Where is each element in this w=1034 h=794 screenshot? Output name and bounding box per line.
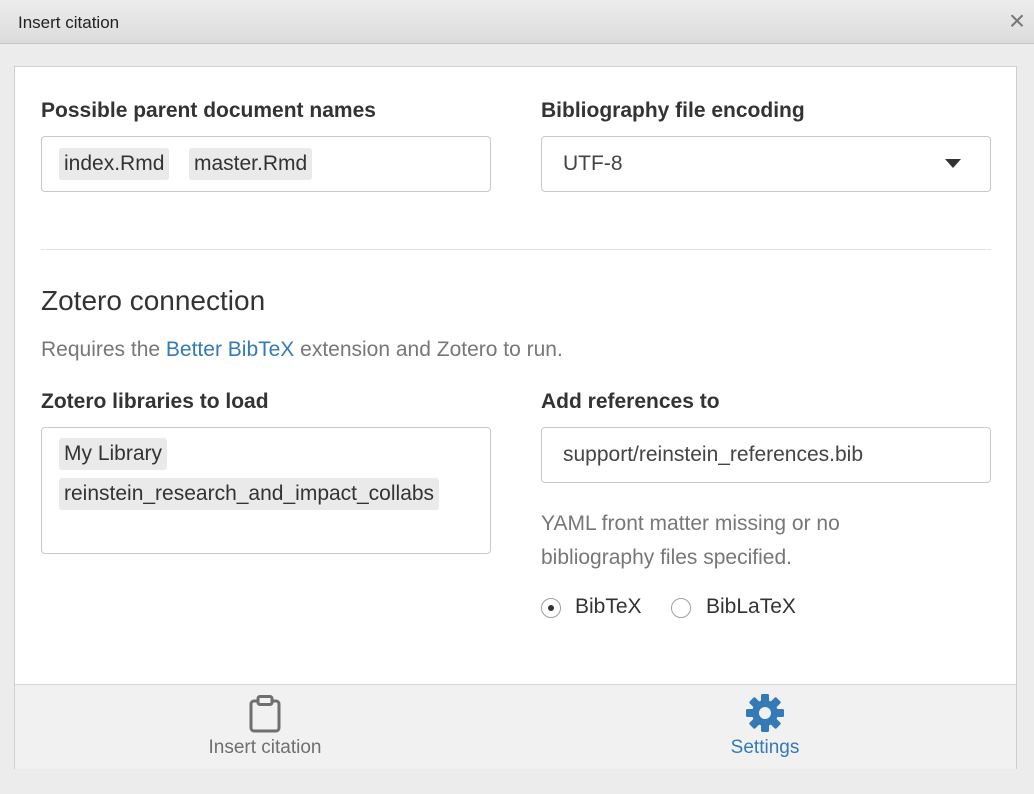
references-file-value: support/reinstein_references.bib <box>563 443 864 466</box>
parent-docs-field[interactable]: index.Rmd master.Rmd <box>41 136 491 192</box>
bibtex-radio[interactable] <box>541 598 561 618</box>
library-chip[interactable]: reinstein_research_and_impact_collabs <box>59 478 440 510</box>
footer-tab-bar: Insert citation Settings <box>15 684 1016 769</box>
library-chip[interactable]: My Library <box>59 438 168 470</box>
settings-panel: Possible parent document names index.Rmd… <box>14 66 1017 769</box>
references-file-input[interactable]: support/reinstein_references.bib <box>541 427 991 483</box>
bibtex-radio-label[interactable]: BibTeX <box>575 595 642 619</box>
encoding-label: Bibliography file encoding <box>541 99 805 122</box>
zotero-libraries-label: Zotero libraries to load <box>41 390 269 413</box>
parent-docs-label: Possible parent document names <box>41 99 376 122</box>
zotero-libraries-field[interactable]: My Library reinstein_research_and_impact… <box>41 427 491 554</box>
parent-doc-chip[interactable]: index.Rmd <box>59 148 170 180</box>
tab-insert-citation-label: Insert citation <box>208 737 322 758</box>
tab-insert-citation[interactable]: Insert citation <box>165 685 365 769</box>
yaml-warning: YAML front matter missing or no bibliogr… <box>541 512 840 569</box>
zotero-help-text: Requires the Better BibTeX extension and… <box>41 333 563 367</box>
zotero-help-prefix: Requires the <box>41 338 166 361</box>
encoding-select[interactable]: UTF-8 <box>541 136 991 192</box>
biblatex-radio[interactable] <box>671 598 691 618</box>
encoding-value: UTF-8 <box>563 152 623 175</box>
tab-settings[interactable]: Settings <box>665 685 865 769</box>
section-divider <box>41 249 991 250</box>
dialog-title: Insert citation <box>18 13 120 32</box>
dialog-titlebar: Insert citation × <box>0 0 1034 44</box>
close-icon[interactable]: × <box>1004 7 1030 35</box>
tab-settings-label: Settings <box>730 737 800 758</box>
zotero-help-suffix: extension and Zotero to run. <box>294 338 563 361</box>
zotero-heading: Zotero connection <box>41 285 266 316</box>
clipboard-icon <box>248 695 282 738</box>
chevron-down-icon <box>945 159 961 168</box>
biblatex-radio-label[interactable]: BibLaTeX <box>706 595 796 619</box>
parent-doc-chip[interactable]: master.Rmd <box>189 148 313 180</box>
add-references-label: Add references to <box>541 390 720 413</box>
gear-icon <box>745 693 785 738</box>
better-bibtex-link[interactable]: Better BibTeX <box>166 338 294 361</box>
